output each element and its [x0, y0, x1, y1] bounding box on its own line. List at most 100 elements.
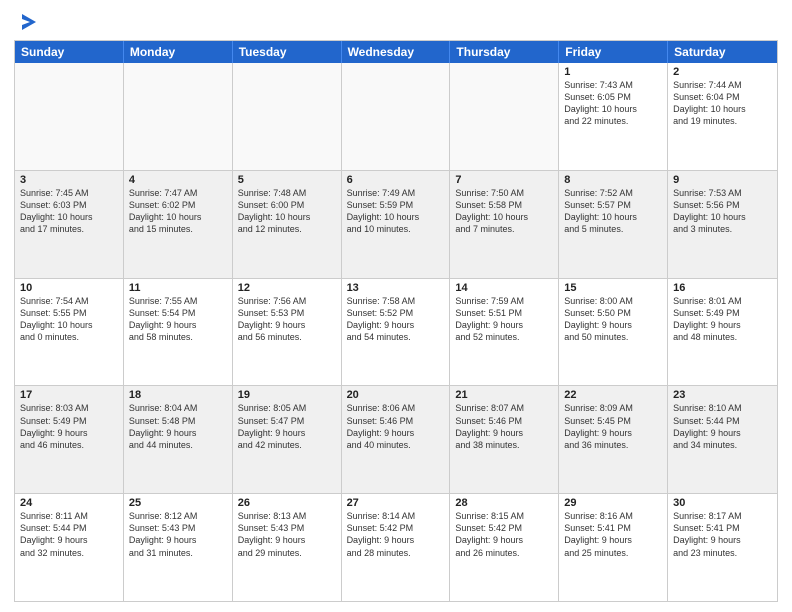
page: Sunday Monday Tuesday Wednesday Thursday… — [0, 0, 792, 612]
cal-row-3: 10Sunrise: 7:54 AM Sunset: 5:55 PM Dayli… — [15, 278, 777, 386]
cal-cell: 20Sunrise: 8:06 AM Sunset: 5:46 PM Dayli… — [342, 386, 451, 493]
cal-cell: 8Sunrise: 7:52 AM Sunset: 5:57 PM Daylig… — [559, 171, 668, 278]
cell-content: Sunrise: 8:05 AM Sunset: 5:47 PM Dayligh… — [238, 402, 336, 451]
day-number: 4 — [129, 174, 227, 186]
day-number: 11 — [129, 282, 227, 294]
cal-row-5: 24Sunrise: 8:11 AM Sunset: 5:44 PM Dayli… — [15, 493, 777, 601]
cal-cell: 29Sunrise: 8:16 AM Sunset: 5:41 PM Dayli… — [559, 494, 668, 601]
col-sunday: Sunday — [15, 41, 124, 63]
cell-content: Sunrise: 7:47 AM Sunset: 6:02 PM Dayligh… — [129, 187, 227, 236]
day-number: 30 — [673, 497, 772, 509]
day-number: 6 — [347, 174, 445, 186]
cell-content: Sunrise: 8:10 AM Sunset: 5:44 PM Dayligh… — [673, 402, 772, 451]
cell-content: Sunrise: 7:45 AM Sunset: 6:03 PM Dayligh… — [20, 187, 118, 236]
day-number: 21 — [455, 389, 553, 401]
calendar: Sunday Monday Tuesday Wednesday Thursday… — [14, 40, 778, 602]
cal-cell: 23Sunrise: 8:10 AM Sunset: 5:44 PM Dayli… — [668, 386, 777, 493]
cell-content: Sunrise: 7:49 AM Sunset: 5:59 PM Dayligh… — [347, 187, 445, 236]
cal-cell: 25Sunrise: 8:12 AM Sunset: 5:43 PM Dayli… — [124, 494, 233, 601]
day-number: 19 — [238, 389, 336, 401]
cell-content: Sunrise: 7:52 AM Sunset: 5:57 PM Dayligh… — [564, 187, 662, 236]
cell-content: Sunrise: 8:00 AM Sunset: 5:50 PM Dayligh… — [564, 295, 662, 344]
cal-cell: 7Sunrise: 7:50 AM Sunset: 5:58 PM Daylig… — [450, 171, 559, 278]
cal-cell: 13Sunrise: 7:58 AM Sunset: 5:52 PM Dayli… — [342, 279, 451, 386]
cal-cell: 22Sunrise: 8:09 AM Sunset: 5:45 PM Dayli… — [559, 386, 668, 493]
cal-row-4: 17Sunrise: 8:03 AM Sunset: 5:49 PM Dayli… — [15, 385, 777, 493]
day-number: 8 — [564, 174, 662, 186]
day-number: 25 — [129, 497, 227, 509]
day-number: 26 — [238, 497, 336, 509]
cal-cell: 10Sunrise: 7:54 AM Sunset: 5:55 PM Dayli… — [15, 279, 124, 386]
cell-content: Sunrise: 7:59 AM Sunset: 5:51 PM Dayligh… — [455, 295, 553, 344]
day-number: 5 — [238, 174, 336, 186]
calendar-header: Sunday Monday Tuesday Wednesday Thursday… — [15, 41, 777, 63]
cell-content: Sunrise: 7:44 AM Sunset: 6:04 PM Dayligh… — [673, 79, 772, 128]
cell-content: Sunrise: 7:55 AM Sunset: 5:54 PM Dayligh… — [129, 295, 227, 344]
logo — [14, 14, 40, 34]
cell-content: Sunrise: 8:06 AM Sunset: 5:46 PM Dayligh… — [347, 402, 445, 451]
col-tuesday: Tuesday — [233, 41, 342, 63]
cell-content: Sunrise: 8:09 AM Sunset: 5:45 PM Dayligh… — [564, 402, 662, 451]
cal-cell: 30Sunrise: 8:17 AM Sunset: 5:41 PM Dayli… — [668, 494, 777, 601]
day-number: 2 — [673, 66, 772, 78]
cell-content: Sunrise: 7:43 AM Sunset: 6:05 PM Dayligh… — [564, 79, 662, 128]
day-number: 27 — [347, 497, 445, 509]
cal-cell: 3Sunrise: 7:45 AM Sunset: 6:03 PM Daylig… — [15, 171, 124, 278]
day-number: 3 — [20, 174, 118, 186]
cell-content: Sunrise: 7:53 AM Sunset: 5:56 PM Dayligh… — [673, 187, 772, 236]
cell-content: Sunrise: 8:14 AM Sunset: 5:42 PM Dayligh… — [347, 510, 445, 559]
day-number: 13 — [347, 282, 445, 294]
cal-cell: 28Sunrise: 8:15 AM Sunset: 5:42 PM Dayli… — [450, 494, 559, 601]
cal-row-1: 1Sunrise: 7:43 AM Sunset: 6:05 PM Daylig… — [15, 63, 777, 170]
cell-content: Sunrise: 7:58 AM Sunset: 5:52 PM Dayligh… — [347, 295, 445, 344]
cell-content: Sunrise: 8:03 AM Sunset: 5:49 PM Dayligh… — [20, 402, 118, 451]
cal-cell — [342, 63, 451, 170]
cell-content: Sunrise: 8:11 AM Sunset: 5:44 PM Dayligh… — [20, 510, 118, 559]
cal-cell: 21Sunrise: 8:07 AM Sunset: 5:46 PM Dayli… — [450, 386, 559, 493]
cal-cell — [450, 63, 559, 170]
day-number: 7 — [455, 174, 553, 186]
col-monday: Monday — [124, 41, 233, 63]
day-number: 12 — [238, 282, 336, 294]
day-number: 24 — [20, 497, 118, 509]
day-number: 10 — [20, 282, 118, 294]
cell-content: Sunrise: 7:50 AM Sunset: 5:58 PM Dayligh… — [455, 187, 553, 236]
cal-row-2: 3Sunrise: 7:45 AM Sunset: 6:03 PM Daylig… — [15, 170, 777, 278]
cal-cell: 9Sunrise: 7:53 AM Sunset: 5:56 PM Daylig… — [668, 171, 777, 278]
cal-cell — [124, 63, 233, 170]
cell-content: Sunrise: 8:04 AM Sunset: 5:48 PM Dayligh… — [129, 402, 227, 451]
calendar-body: 1Sunrise: 7:43 AM Sunset: 6:05 PM Daylig… — [15, 63, 777, 601]
day-number: 9 — [673, 174, 772, 186]
cell-content: Sunrise: 8:16 AM Sunset: 5:41 PM Dayligh… — [564, 510, 662, 559]
cal-cell: 27Sunrise: 8:14 AM Sunset: 5:42 PM Dayli… — [342, 494, 451, 601]
day-number: 29 — [564, 497, 662, 509]
cal-cell: 17Sunrise: 8:03 AM Sunset: 5:49 PM Dayli… — [15, 386, 124, 493]
cal-cell: 11Sunrise: 7:55 AM Sunset: 5:54 PM Dayli… — [124, 279, 233, 386]
cal-cell: 24Sunrise: 8:11 AM Sunset: 5:44 PM Dayli… — [15, 494, 124, 601]
cell-content: Sunrise: 8:17 AM Sunset: 5:41 PM Dayligh… — [673, 510, 772, 559]
cell-content: Sunrise: 8:01 AM Sunset: 5:49 PM Dayligh… — [673, 295, 772, 344]
day-number: 1 — [564, 66, 662, 78]
logo-icon — [18, 12, 40, 34]
day-number: 28 — [455, 497, 553, 509]
col-friday: Friday — [559, 41, 668, 63]
cal-cell: 2Sunrise: 7:44 AM Sunset: 6:04 PM Daylig… — [668, 63, 777, 170]
day-number: 22 — [564, 389, 662, 401]
cell-content: Sunrise: 7:56 AM Sunset: 5:53 PM Dayligh… — [238, 295, 336, 344]
day-number: 14 — [455, 282, 553, 294]
cal-cell: 1Sunrise: 7:43 AM Sunset: 6:05 PM Daylig… — [559, 63, 668, 170]
cal-cell: 14Sunrise: 7:59 AM Sunset: 5:51 PM Dayli… — [450, 279, 559, 386]
cal-cell — [233, 63, 342, 170]
cell-content: Sunrise: 8:12 AM Sunset: 5:43 PM Dayligh… — [129, 510, 227, 559]
cal-cell: 4Sunrise: 7:47 AM Sunset: 6:02 PM Daylig… — [124, 171, 233, 278]
col-wednesday: Wednesday — [342, 41, 451, 63]
day-number: 18 — [129, 389, 227, 401]
col-saturday: Saturday — [668, 41, 777, 63]
cell-content: Sunrise: 7:48 AM Sunset: 6:00 PM Dayligh… — [238, 187, 336, 236]
col-thursday: Thursday — [450, 41, 559, 63]
header — [14, 10, 778, 34]
day-number: 17 — [20, 389, 118, 401]
day-number: 20 — [347, 389, 445, 401]
cell-content: Sunrise: 8:13 AM Sunset: 5:43 PM Dayligh… — [238, 510, 336, 559]
cal-cell: 6Sunrise: 7:49 AM Sunset: 5:59 PM Daylig… — [342, 171, 451, 278]
